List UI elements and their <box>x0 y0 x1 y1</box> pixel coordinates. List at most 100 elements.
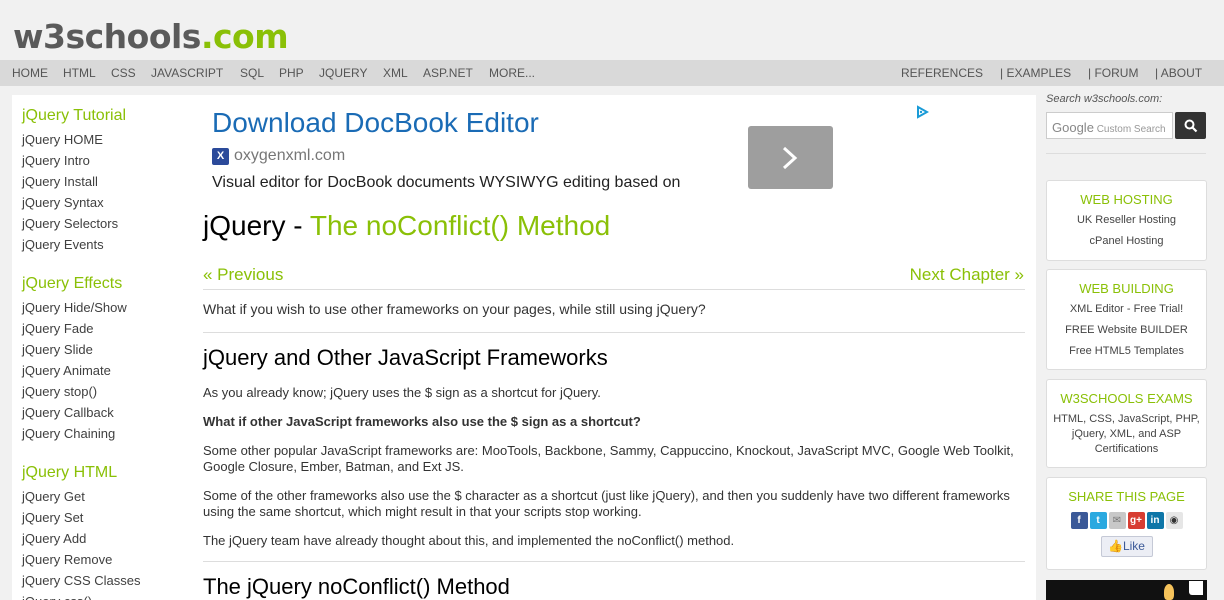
section-heading: The jQuery noConflict() Method <box>203 574 510 599</box>
sidebar-group-tutorial: jQuery Tutorial jQuery HOME jQuery Intro… <box>22 106 126 255</box>
cpanel-hosting-link[interactable]: cPanel Hosting <box>1047 231 1206 252</box>
uk-reseller-hosting-link[interactable]: UK Reseller Hosting <box>1047 210 1206 231</box>
nav-html[interactable]: HTML <box>63 66 96 80</box>
thumbs-up-icon: 👍 <box>1108 539 1123 553</box>
ad-next-button[interactable] <box>748 126 833 189</box>
ad-description: Visual editor for DocBook documents WYSI… <box>212 174 681 191</box>
delicious-icon[interactable]: ◉ <box>1165 512 1183 529</box>
ad-banner[interactable] <box>1046 580 1207 600</box>
section-heading: jQuery and Other JavaScript Frameworks <box>203 345 608 370</box>
sidebar-item-jquery-stop[interactable]: jQuery stop() <box>22 381 127 402</box>
sidebar-item-jquery-events[interactable]: jQuery Events <box>22 234 126 255</box>
nav-xml[interactable]: XML <box>383 66 408 80</box>
sidebar-item-jquery-intro[interactable]: jQuery Intro <box>22 150 126 171</box>
sidebar-item-jquery-remove[interactable]: jQuery Remove <box>22 549 140 570</box>
google-logo: Google <box>1052 120 1094 135</box>
logo-name: w3schools <box>13 17 201 56</box>
sidebar-item-jquery-css[interactable]: jQuery css() <box>22 591 140 600</box>
sidebar-item-jquery-home[interactable]: jQuery HOME <box>22 129 126 150</box>
paragraph: The jQuery team have already thought abo… <box>203 533 735 548</box>
search-placeholder: Custom Search <box>1096 124 1166 135</box>
divider <box>203 332 1025 333</box>
next-chapter-link[interactable]: Next Chapter » <box>910 265 1024 285</box>
nav-css[interactable]: CSS <box>111 66 136 80</box>
web-hosting-heading: WEB HOSTING <box>1080 192 1173 207</box>
social-icons: f t ✉ g+ in ◉ <box>1047 512 1206 529</box>
html5-templates-link[interactable]: Free HTML5 Templates <box>1047 341 1206 362</box>
paragraph-question: What if other JavaScript frameworks also… <box>203 414 641 429</box>
sidebar-item-jquery-install[interactable]: jQuery Install <box>22 171 126 192</box>
sidebar-item-jquery-callback[interactable]: jQuery Callback <box>22 402 127 423</box>
sidebar-item-jquery-hide-show[interactable]: jQuery Hide/Show <box>22 297 127 318</box>
nav-php[interactable]: PHP <box>279 66 304 80</box>
adchoices-icon[interactable] <box>915 105 930 124</box>
left-sidebar: jQuery Tutorial jQuery HOME jQuery Intro… <box>12 95 202 600</box>
adchoices-icon[interactable] <box>1189 581 1203 595</box>
sidebar-item-jquery-slide[interactable]: jQuery Slide <box>22 339 127 360</box>
page-title-prefix: jQuery - <box>203 210 310 241</box>
search-button[interactable] <box>1175 112 1206 139</box>
sidebar-item-jquery-add[interactable]: jQuery Add <box>22 528 140 549</box>
website-builder-link[interactable]: FREE Website BUILDER <box>1047 320 1206 341</box>
ad-next-arrow-icon <box>782 146 798 170</box>
nav-more[interactable]: MORE... <box>489 66 535 80</box>
sidebar-group-html: jQuery HTML jQuery Get jQuery Set jQuery… <box>22 463 140 600</box>
nav-javascript[interactable]: JAVASCRIPT <box>151 66 223 80</box>
nav-aspnet[interactable]: ASP.NET <box>423 66 473 80</box>
paragraph: Some other popular JavaScript frameworks… <box>203 443 1014 474</box>
web-building-box: WEB BUILDING XML Editor - Free Trial! FR… <box>1046 269 1207 370</box>
divider <box>203 561 1025 562</box>
exams-description[interactable]: HTML, CSS, JavaScript, PHP, jQuery, XML,… <box>1047 407 1206 457</box>
nav-jquery[interactable]: JQUERY <box>319 66 367 80</box>
sidebar-item-jquery-selectors[interactable]: jQuery Selectors <box>22 213 126 234</box>
divider <box>203 289 1025 290</box>
paragraph: Some of the other frameworks also use th… <box>203 488 1010 519</box>
sidebar-item-jquery-set[interactable]: jQuery Set <box>22 507 140 528</box>
ad-title-link[interactable]: Download DocBook Editor <box>212 107 539 139</box>
sidebar-item-jquery-fade[interactable]: jQuery Fade <box>22 318 127 339</box>
search-input[interactable]: Google Custom Search <box>1046 112 1173 139</box>
sidebar-item-jquery-css-classes[interactable]: jQuery CSS Classes <box>22 570 140 591</box>
banner-image <box>1164 584 1174 600</box>
exams-heading[interactable]: W3SCHOOLS EXAMS <box>1047 391 1206 407</box>
share-box: SHARE THIS PAGE f t ✉ g+ in ◉ 👍Like <box>1046 477 1207 570</box>
sidebar-heading: jQuery HTML <box>22 464 118 481</box>
ad-favicon-icon: X <box>212 148 229 165</box>
like-label: Like <box>1122 539 1145 553</box>
sidebar-item-jquery-animate[interactable]: jQuery Animate <box>22 360 127 381</box>
sidebar-heading: jQuery Effects <box>22 275 123 292</box>
linkedin-icon[interactable]: in <box>1146 512 1164 529</box>
top-navigation: HOME HTML CSS JAVASCRIPT SQL PHP JQUERY … <box>0 60 1224 86</box>
xml-editor-link[interactable]: XML Editor - Free Trial! <box>1047 299 1206 320</box>
email-icon[interactable]: ✉ <box>1108 512 1126 529</box>
share-heading: SHARE THIS PAGE <box>1068 489 1185 504</box>
google-plus-icon[interactable]: g+ <box>1127 512 1145 529</box>
sidebar-item-jquery-get[interactable]: jQuery Get <box>22 486 140 507</box>
search-icon <box>1184 119 1198 133</box>
sidebar-item-jquery-syntax[interactable]: jQuery Syntax <box>22 192 126 213</box>
paragraph: As you already know; jQuery uses the $ s… <box>203 385 601 400</box>
nav-sql[interactable]: SQL <box>240 66 264 80</box>
nav-references[interactable]: REFERENCES <box>901 66 983 80</box>
nav-examples[interactable]: | EXAMPLES <box>1000 66 1071 80</box>
logo-tld: .com <box>200 17 289 56</box>
web-hosting-box: WEB HOSTING UK Reseller Hosting cPanel H… <box>1046 180 1207 261</box>
web-building-heading: WEB BUILDING <box>1079 281 1174 296</box>
sidebar-item-jquery-chaining[interactable]: jQuery Chaining <box>22 423 127 444</box>
exams-box: W3SCHOOLS EXAMS HTML, CSS, JavaScript, P… <box>1046 379 1207 468</box>
sidebar-group-effects: jQuery Effects jQuery Hide/Show jQuery F… <box>22 274 127 444</box>
divider <box>1046 153 1206 154</box>
intro-text: What if you wish to use other frameworks… <box>203 301 706 317</box>
facebook-like-button[interactable]: 👍Like <box>1100 536 1153 557</box>
facebook-icon[interactable]: f <box>1070 512 1088 529</box>
page-title: jQuery - The noConflict() Method <box>203 210 610 242</box>
site-logo[interactable]: w3schools.com <box>13 17 289 56</box>
search-label: Search w3schools.com: <box>1046 93 1163 105</box>
ad-domain-link[interactable]: oxygenxml.com <box>234 147 345 165</box>
nav-home[interactable]: HOME <box>12 66 48 80</box>
nav-forum[interactable]: | FORUM <box>1088 66 1138 80</box>
nav-about[interactable]: | ABOUT <box>1155 66 1202 80</box>
twitter-icon[interactable]: t <box>1089 512 1107 529</box>
page-title-accent: The noConflict() Method <box>309 210 611 241</box>
previous-link[interactable]: « Previous <box>203 265 283 285</box>
